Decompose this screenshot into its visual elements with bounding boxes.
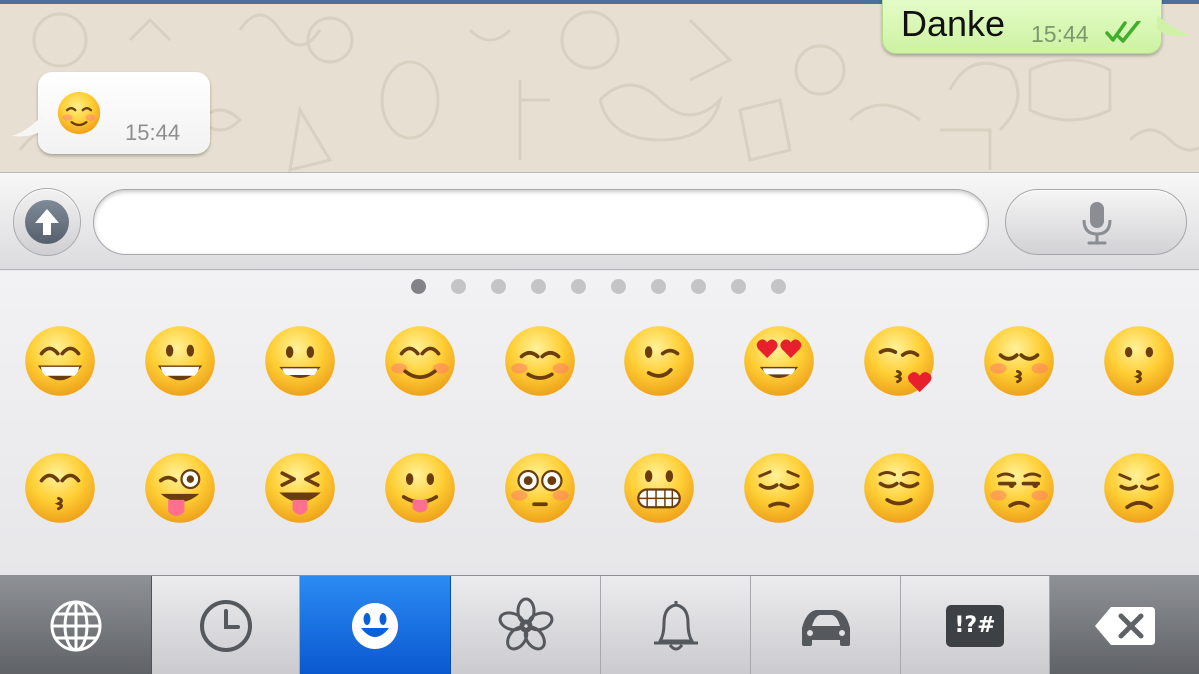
grimacing-emoji[interactable]	[622, 451, 696, 525]
smiley-icon	[145, 326, 215, 396]
outgoing-message-bubble[interactable]: Danke 15:44	[882, 0, 1191, 54]
stuck-out-tongue-closed-eyes-icon	[265, 453, 335, 523]
blush-emoji[interactable]	[383, 324, 457, 398]
emoji-category-bar: !?#	[0, 575, 1199, 674]
page-dot[interactable]	[611, 279, 626, 294]
grinning-smiling-eyes-emoji[interactable]	[23, 324, 97, 398]
message-time: 15:44	[125, 120, 181, 145]
stuck-out-tongue-closed-eyes-emoji[interactable]	[263, 451, 337, 525]
page-dot[interactable]	[451, 279, 466, 294]
kissing-smiling-eyes-emoji[interactable]	[23, 451, 97, 525]
heart-eyes-icon	[744, 326, 814, 396]
double-check-icon	[1105, 21, 1141, 43]
kissing-closed-eyes-icon	[984, 326, 1054, 396]
page-dot[interactable]	[651, 279, 666, 294]
pensive-icon	[744, 453, 814, 523]
bell-icon	[653, 600, 698, 650]
heart-eyes-emoji[interactable]	[742, 324, 816, 398]
message-input-bar	[0, 172, 1199, 270]
car-icon	[801, 609, 850, 646]
page-dot[interactable]	[491, 279, 506, 294]
page-dot[interactable]	[531, 279, 546, 294]
recent-emoji-tab[interactable]	[152, 576, 300, 674]
wink-icon	[624, 326, 694, 396]
smiley-icon	[352, 602, 398, 649]
kissing-closed-eyes-emoji[interactable]	[982, 324, 1056, 398]
disappointed-icon	[1104, 453, 1174, 523]
page-dot[interactable]	[771, 279, 786, 294]
smiley-emoji[interactable]	[143, 324, 217, 398]
incoming-message-bubble[interactable]: 15:44	[12, 72, 210, 154]
backspace-icon	[1094, 606, 1155, 645]
kissing-emoji[interactable]	[1102, 324, 1176, 398]
symbols-emoji-tab[interactable]: !?#	[901, 576, 1050, 674]
flushed-icon	[505, 453, 575, 523]
message-time: 15:44	[1031, 21, 1089, 47]
microphone-icon	[1082, 202, 1112, 245]
page-dot[interactable]	[731, 279, 746, 294]
upload-arrow-icon	[25, 200, 69, 244]
unamused-emoji[interactable]	[982, 451, 1056, 525]
people-emoji-tab[interactable]	[300, 576, 451, 674]
backspace-button[interactable]	[1050, 576, 1199, 674]
message-input[interactable]	[93, 189, 989, 255]
grimacing-icon	[624, 453, 694, 523]
nature-emoji-tab[interactable]	[451, 576, 601, 674]
blush-icon	[385, 326, 455, 396]
stuck-out-tongue-emoji[interactable]	[383, 451, 457, 525]
message-text: Danke	[901, 3, 1006, 44]
stuck-out-tongue-winking-eye-icon	[145, 453, 215, 523]
clock-icon	[199, 599, 252, 652]
voice-record-button[interactable]	[1005, 189, 1187, 255]
pensive-emoji[interactable]	[742, 451, 816, 525]
objects-emoji-tab[interactable]	[601, 576, 751, 674]
bubble-tail-right	[1157, 15, 1191, 37]
kissing-heart-emoji[interactable]	[862, 324, 936, 398]
kissing-icon	[1104, 326, 1174, 396]
flower-icon	[498, 597, 553, 650]
disappointed-emoji[interactable]	[1102, 451, 1176, 525]
relieved-icon	[864, 453, 934, 523]
relaxed-emoji[interactable]	[503, 324, 577, 398]
chat-area[interactable]: 15:44 Danke 15:44	[0, 0, 1199, 172]
relieved-emoji[interactable]	[862, 451, 936, 525]
places-emoji-tab[interactable]	[751, 576, 901, 674]
page-dot[interactable]	[691, 279, 706, 294]
stuck-out-tongue-icon	[385, 453, 455, 523]
relaxed-icon	[505, 326, 575, 396]
grinning-smiling-eyes-icon	[25, 326, 95, 396]
attach-button[interactable]	[13, 188, 81, 256]
unamused-icon	[984, 453, 1054, 523]
stuck-out-tongue-winking-eye-emoji[interactable]	[143, 451, 217, 525]
wink-emoji[interactable]	[622, 324, 696, 398]
globe-button[interactable]	[0, 576, 152, 674]
emoji-keyboard	[0, 271, 1199, 575]
grinning-emoji[interactable]	[263, 324, 337, 398]
globe-icon	[50, 600, 101, 651]
bubble-tail-left	[12, 116, 42, 137]
symbols-icon: !?#	[946, 604, 1004, 647]
page-dot[interactable]	[571, 279, 586, 294]
grinning-icon	[265, 326, 335, 396]
kissing-smiling-eyes-icon	[25, 453, 95, 523]
relaxed-emoji-icon	[57, 91, 101, 135]
page-dot[interactable]	[411, 279, 426, 294]
kissing-heart-icon	[864, 326, 934, 396]
flushed-emoji[interactable]	[503, 451, 577, 525]
